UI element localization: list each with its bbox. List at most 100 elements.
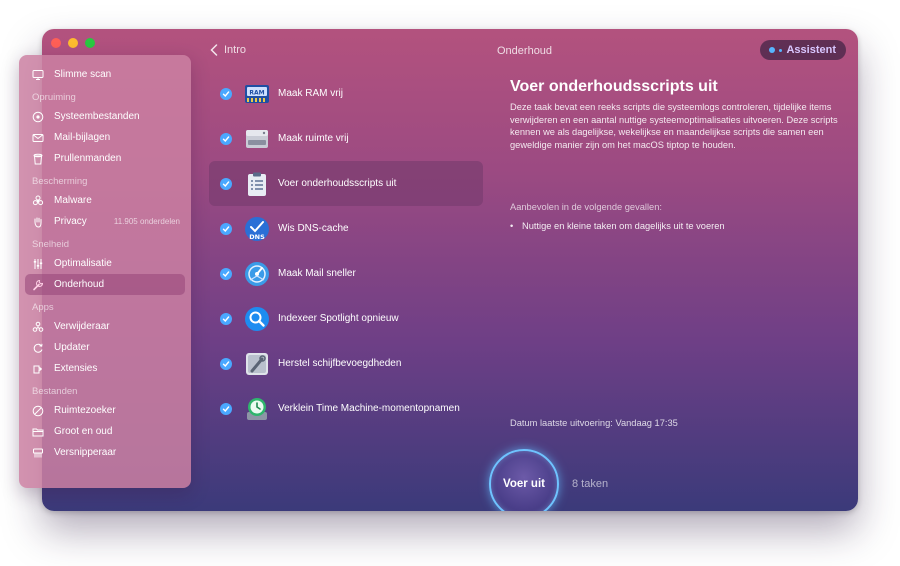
sidebar-item-label: Verwijderaar <box>54 321 110 332</box>
uninstaller-icon <box>32 321 44 333</box>
folder-icon <box>32 426 44 438</box>
task-checkbox[interactable] <box>220 402 232 415</box>
minimize-window-button[interactable] <box>68 38 78 48</box>
hand-icon <box>32 216 44 228</box>
checkmark-icon <box>222 90 230 97</box>
disk-drive-icon <box>244 126 270 152</box>
zoom-window-button[interactable] <box>85 38 95 48</box>
recommend-item: • Nuttige en kleine taken om dagelijks ui… <box>510 221 725 231</box>
trash-icon <box>32 153 44 165</box>
biohazard-icon <box>32 195 44 207</box>
detail-pane: Voer onderhoudsscripts uit Deze taak bev… <box>510 78 840 151</box>
run-button-label: Voer uit <box>503 478 545 490</box>
space-lens-icon <box>32 405 44 417</box>
sidebar-item-shredder[interactable]: Versnipperaar <box>19 442 191 463</box>
sidebar-item-malware[interactable]: Malware <box>19 190 191 211</box>
privacy-count: 11.905 onderdelen <box>113 217 180 226</box>
task-label: Wis DNS-cache <box>278 223 349 234</box>
task-checkbox[interactable] <box>220 357 232 370</box>
task-row-disk-permissions[interactable]: Herstel schijfbevoegdheden <box>209 341 483 386</box>
sidebar-item-trash-bins[interactable]: Prullenmanden <box>19 148 191 169</box>
window-title: Onderhoud <box>497 45 553 57</box>
sidebar-item-label: Mail-bijlagen <box>54 132 111 143</box>
mail-icon <box>32 132 44 144</box>
clipboard-icon <box>244 171 270 197</box>
sidebar-item-label: Privacy <box>54 216 87 227</box>
sidebar-item-label: Prullenmanden <box>54 153 122 164</box>
sidebar-section-title: Bestanden <box>32 386 78 397</box>
task-row-spotlight[interactable]: Indexeer Spotlight opnieuw <box>209 296 483 341</box>
task-checkbox[interactable] <box>220 177 232 190</box>
sidebar-item-updater[interactable]: Updater <box>19 337 191 358</box>
task-row-time-machine[interactable]: Verklein Time Machine-momentopnamen <box>209 386 483 431</box>
sidebar-item-large-old[interactable]: Groot en oud <box>19 421 191 442</box>
mail-speed-icon <box>244 261 270 287</box>
task-label: Verklein Time Machine-momentopnamen <box>278 403 460 414</box>
checkmark-icon <box>222 180 230 187</box>
run-button[interactable]: Voer uit <box>489 449 559 511</box>
task-checkbox[interactable] <box>220 87 232 100</box>
task-row-ram[interactable]: RAM Maak RAM vrij <box>209 71 483 116</box>
updater-icon <box>32 342 44 354</box>
task-count: 8 taken <box>572 478 609 490</box>
sidebar-item-system-junk[interactable]: Systeembestanden <box>19 106 191 127</box>
back-button[interactable]: Intro <box>210 44 246 56</box>
task-row-mail[interactable]: Maak Mail sneller <box>209 251 483 296</box>
ram-icon: RAM <box>244 81 270 107</box>
sidebar-item-extensions[interactable]: Extensies <box>19 358 191 379</box>
sidebar-item-smart-scan[interactable]: Slimme scan <box>19 64 191 85</box>
assistant-button[interactable]: Assistent <box>760 40 846 60</box>
bullet-icon: • <box>510 221 514 231</box>
recommend-heading: Aanbevolen in de volgende gevallen: <box>510 202 662 212</box>
time-machine-icon <box>244 396 270 422</box>
sidebar-item-space-lens[interactable]: Ruimtezoeker <box>19 400 191 421</box>
task-checkbox[interactable] <box>220 312 232 325</box>
close-window-button[interactable] <box>51 38 61 48</box>
checkmark-icon <box>222 405 230 412</box>
task-checkbox[interactable] <box>220 132 232 145</box>
wrench-icon <box>32 279 44 291</box>
sidebar-section-title: Snelheid <box>32 239 69 250</box>
sidebar-item-uninstaller[interactable]: Verwijderaar <box>19 316 191 337</box>
detail-description: Deze taak bevat een reeks scripts die sy… <box>510 102 838 150</box>
window-controls <box>51 38 95 48</box>
sidebar-section-title: Apps <box>32 302 54 313</box>
sidebar-item-label: Onderhoud <box>54 279 105 290</box>
sidebar-item-maintenance[interactable]: Onderhoud <box>25 274 185 295</box>
task-row-dns[interactable]: DNS Wis DNS-cache <box>209 206 483 251</box>
sidebar-item-label: Updater <box>54 342 90 353</box>
system-junk-icon <box>32 111 44 123</box>
task-row-free-space[interactable]: Maak ruimte vrij <box>209 116 483 161</box>
assistant-icon <box>769 47 776 53</box>
assistant-label: Assistent <box>786 44 836 56</box>
task-label: Maak ruimte vrij <box>278 133 349 144</box>
sidebar-item-mail-attachments[interactable]: Mail-bijlagen <box>19 127 191 148</box>
sidebar-item-label: Ruimtezoeker <box>54 405 116 416</box>
checkmark-icon <box>222 225 230 232</box>
disk-repair-icon <box>244 351 270 377</box>
sliders-icon <box>32 258 44 270</box>
chevron-left-icon <box>210 44 218 56</box>
svg-text:RAM: RAM <box>249 89 264 96</box>
spotlight-icon <box>244 306 270 332</box>
task-row-maintenance-scripts[interactable]: Voer onderhoudsscripts uit <box>209 161 483 206</box>
task-checkbox[interactable] <box>220 222 232 235</box>
task-label: Voer onderhoudsscripts uit <box>278 178 397 189</box>
sidebar-item-label: Versnipperaar <box>54 447 117 458</box>
sidebar-section-title: Bescherming <box>32 176 88 187</box>
dns-icon: DNS <box>244 216 270 242</box>
sidebar-item-label: Systeembestanden <box>54 111 140 122</box>
checkmark-icon <box>222 135 230 142</box>
sidebar-item-privacy[interactable]: Privacy 11.905 onderdelen <box>19 211 191 232</box>
extensions-icon <box>32 363 44 375</box>
monitor-icon <box>32 69 44 81</box>
recommend-item-text: Nuttige en kleine taken om dagelijks uit… <box>522 221 725 231</box>
last-run: Datum laatste uitvoering: Vandaag 17:35 <box>510 418 678 428</box>
sidebar-item-label: Slimme scan <box>54 69 112 80</box>
task-label: Maak Mail sneller <box>278 268 356 279</box>
back-label: Intro <box>224 44 247 56</box>
sidebar-item-label: Extensies <box>54 363 98 374</box>
task-label: Herstel schijfbevoegdheden <box>278 358 402 369</box>
task-checkbox[interactable] <box>220 267 232 280</box>
sidebar-item-optimization[interactable]: Optimalisatie <box>19 253 191 274</box>
